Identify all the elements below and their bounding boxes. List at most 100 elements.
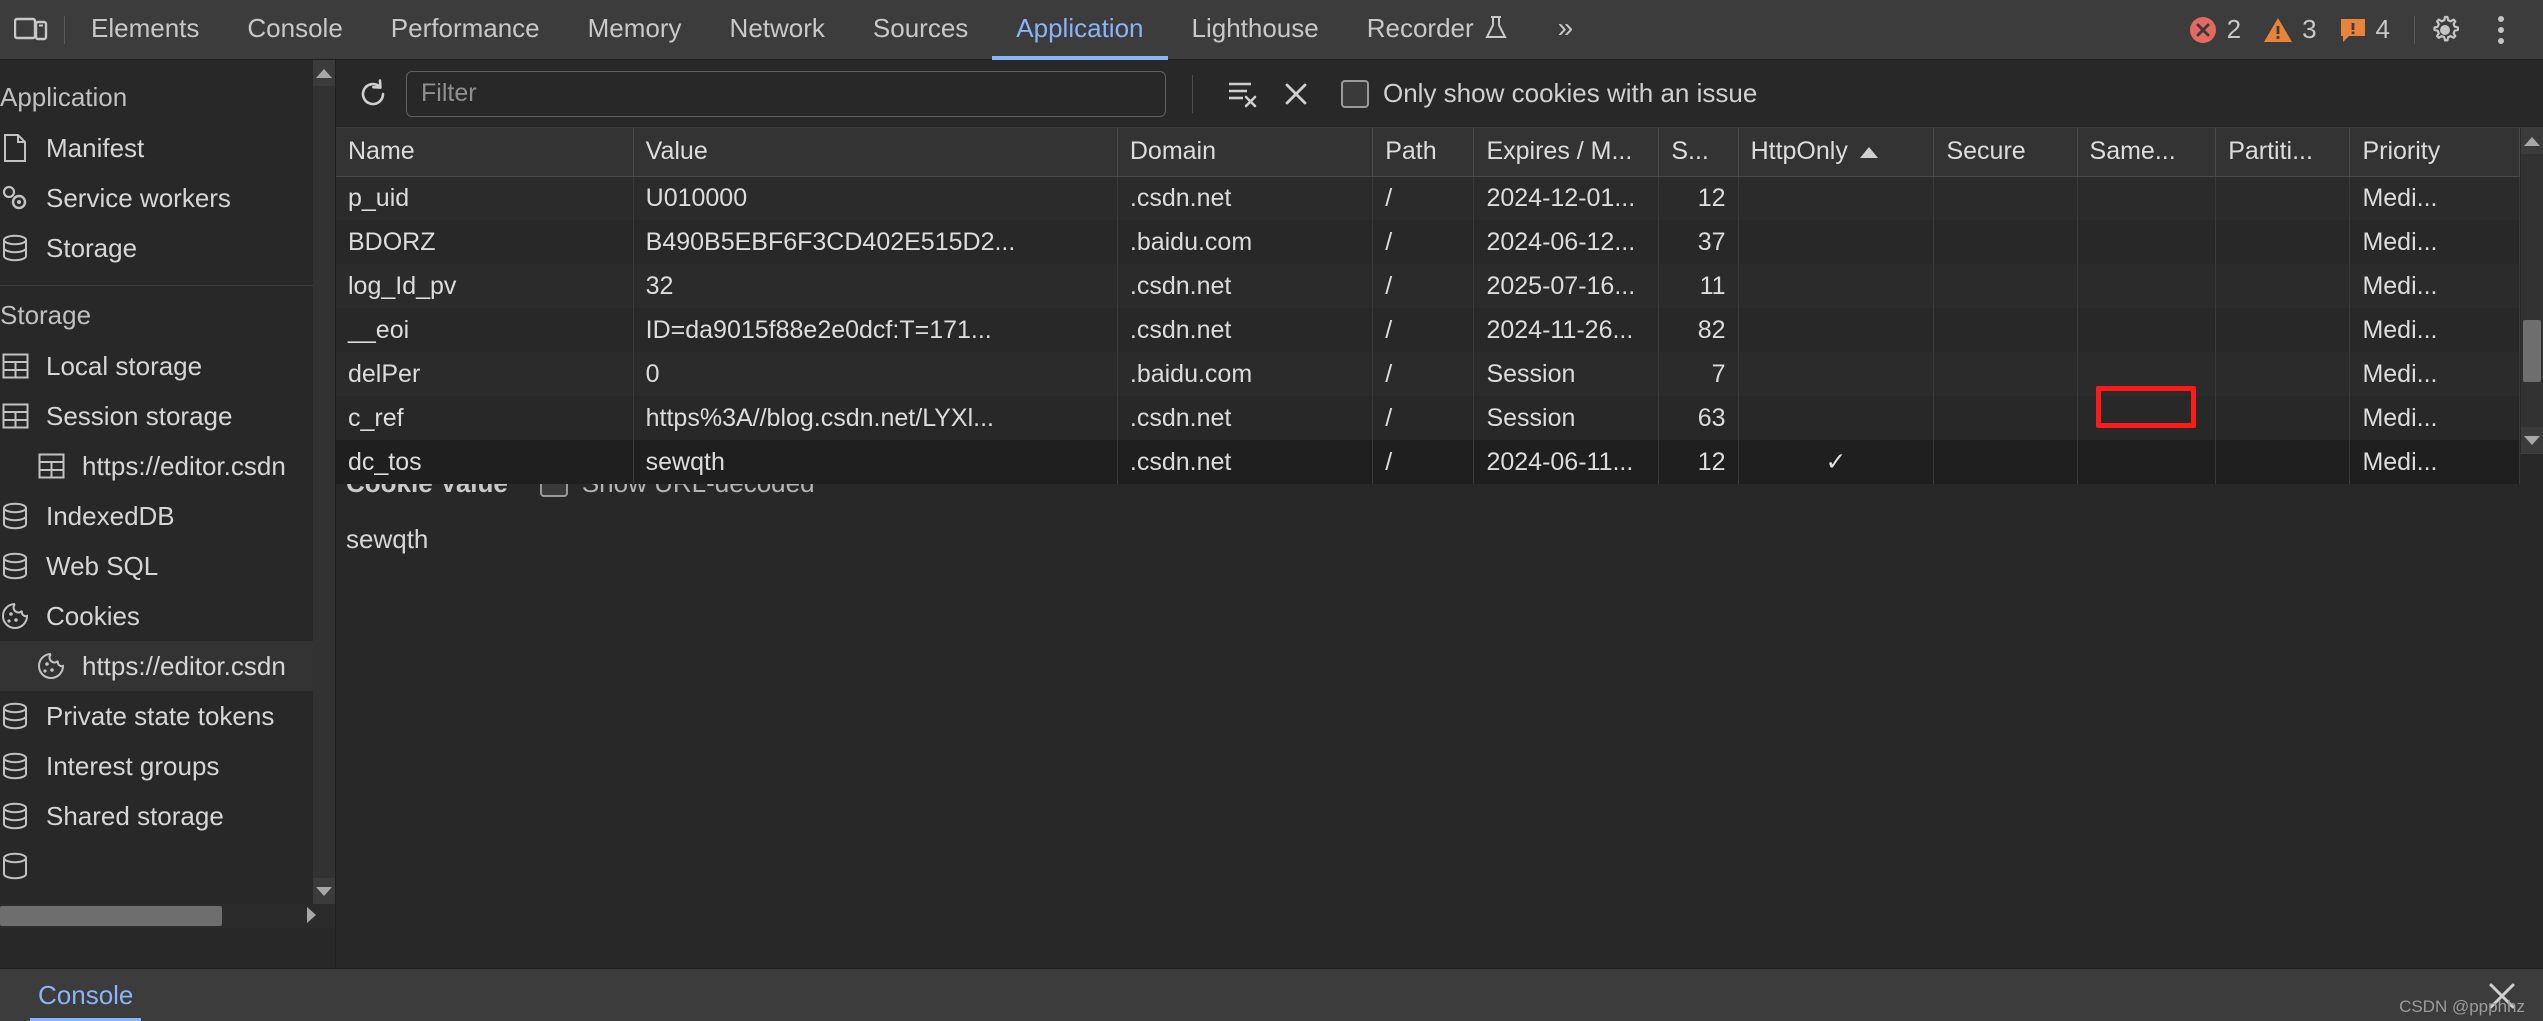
sidebar-scroll-down-button[interactable] <box>313 878 335 904</box>
column-header-httponly[interactable]: HttpOnly <box>1738 128 1935 177</box>
sidebar-hscroll-right-arrow-icon[interactable] <box>307 907 316 923</box>
document-icon <box>0 133 30 163</box>
cell-size: 37 <box>1658 220 1739 264</box>
tab-network[interactable]: Network <box>706 0 849 60</box>
only-show-issues-checkbox-row[interactable]: Only show cookies with an issue <box>1341 78 1757 109</box>
tabbar-right-controls: 2 3 4 <box>2188 0 2543 60</box>
sidebar-item-private-state-tokens[interactable]: Private state tokens <box>0 691 332 741</box>
tab-memory[interactable]: Memory <box>564 0 706 60</box>
sidebar-item-label: Interest groups <box>46 750 220 781</box>
grid-scroll-down-button[interactable] <box>2521 427 2543 453</box>
devtools-body: Application Manifest Service workers Sto… <box>0 60 2543 968</box>
sidebar-horizontal-scrollbar[interactable] <box>0 904 335 928</box>
cell-samesite <box>2077 220 2217 264</box>
clear-all-cookies-button[interactable] <box>1215 67 1269 121</box>
delete-cookie-button[interactable] <box>1269 67 1323 121</box>
tab-application[interactable]: Application <box>992 0 1168 60</box>
cell-value: ID=da9015f88e2e0dcf:T=171... <box>633 308 1118 352</box>
sidebar-item-interest-groups[interactable]: Interest groups <box>0 741 332 791</box>
column-header-value[interactable]: Value <box>633 128 1118 177</box>
cell-size: 12 <box>1658 440 1739 484</box>
column-header-domain[interactable]: Domain <box>1117 128 1374 177</box>
column-header-partitioned[interactable]: Partiti... <box>2215 128 2351 177</box>
cell-size: 82 <box>1658 308 1739 352</box>
grid-scroll-thumb[interactable] <box>2523 320 2541 382</box>
sidebar-hscroll-thumb[interactable] <box>0 906 222 926</box>
grid-scroll-up-button[interactable] <box>2521 128 2543 154</box>
more-tabs-button[interactable]: » <box>1532 0 1600 60</box>
sidebar-item-label: IndexedDB <box>46 500 175 531</box>
refresh-button[interactable] <box>346 67 400 121</box>
cell-domain: .csdn.net <box>1117 440 1374 484</box>
sidebar-item-service-workers[interactable]: Service workers <box>0 173 332 223</box>
cell-path: / <box>1372 220 1475 264</box>
table-row[interactable]: dc_tos sewqth .csdn.net / 2024-06-11... … <box>336 440 2520 484</box>
cookies-table-vertical-scrollbar[interactable] <box>2521 128 2543 453</box>
sidebar-item-shared-storage[interactable]: Shared storage <box>0 791 332 841</box>
cell-value: https%3A//blog.csdn.net/LYXl... <box>633 396 1118 440</box>
drawer-tab-console[interactable]: Console <box>30 969 142 1021</box>
table-row[interactable]: __eoi ID=da9015f88e2e0dcf:T=171... .csdn… <box>336 308 2520 352</box>
tab-sources[interactable]: Sources <box>849 0 992 60</box>
cell-partitioned <box>2215 176 2351 220</box>
column-header-secure[interactable]: Secure <box>1933 128 2078 177</box>
cell-samesite <box>2077 396 2217 440</box>
table-row[interactable]: p_uid U010000 .csdn.net / 2024-12-01... … <box>336 176 2520 220</box>
cell-domain: .csdn.net <box>1117 264 1374 308</box>
tab-console[interactable]: Console <box>223 0 366 60</box>
column-header-name[interactable]: Name <box>336 128 634 177</box>
sidebar-item-web-sql[interactable]: Web SQL <box>0 541 332 591</box>
cell-name: c_ref <box>336 396 634 440</box>
only-show-issues-checkbox[interactable] <box>1341 79 1369 108</box>
issues-count-group[interactable]: 4 <box>2339 14 2390 45</box>
cell-secure <box>1933 220 2078 264</box>
error-count-group[interactable]: 2 <box>2188 14 2241 45</box>
cell-value: 32 <box>633 264 1118 308</box>
sidebar-item-local-storage[interactable]: Local storage <box>0 341 332 391</box>
cell-secure <box>1933 176 2078 220</box>
sidebar-item-session-storage-origin[interactable]: https://editor.csdn <box>0 441 332 491</box>
sidebar-item-session-storage[interactable]: Session storage <box>0 391 332 441</box>
kebab-menu-icon <box>2498 15 2504 44</box>
column-header-expires[interactable]: Expires / M... <box>1473 128 1660 177</box>
more-options-button[interactable] <box>2473 2 2529 58</box>
device-toolbar-button[interactable] <box>0 0 62 60</box>
table-row[interactable]: BDORZ B490B5EBF6F3CD402E515D2... .baidu.… <box>336 220 2520 264</box>
table-row[interactable]: log_Id_pv 32 .csdn.net / 2025-07-16... 1… <box>336 264 2520 308</box>
sidebar-item-cookies[interactable]: Cookies <box>0 591 332 641</box>
tabbar-divider <box>64 15 65 44</box>
sidebar-vertical-scrollbar[interactable] <box>313 86 335 904</box>
tab-lighthouse[interactable]: Lighthouse <box>1168 0 1343 60</box>
sidebar-item-manifest[interactable]: Manifest <box>0 123 332 173</box>
sidebar-item-label: https://editor.csdn <box>82 650 286 681</box>
sidebar-item-cookies-origin[interactable]: https://editor.csdn <box>0 641 332 691</box>
tab-performance[interactable]: Performance <box>367 0 564 60</box>
table-row[interactable]: c_ref https%3A//blog.csdn.net/LYXl... .c… <box>336 396 2520 440</box>
cell-priority: Medi... <box>2349 220 2520 264</box>
sidebar-section-storage-title: Storage <box>0 300 92 330</box>
sidebar-scroll-up-button[interactable] <box>313 60 335 86</box>
tab-elements[interactable]: Elements <box>67 0 223 60</box>
column-header-samesite[interactable]: Same... <box>2077 128 2217 177</box>
tab-label: Elements <box>91 12 200 43</box>
database-icon <box>0 751 30 781</box>
sidebar-item-storage[interactable]: Storage <box>0 223 332 273</box>
cell-path: / <box>1372 176 1475 220</box>
column-header-priority[interactable]: Priority <box>2349 128 2520 177</box>
filter-input[interactable]: Filter <box>406 70 1166 117</box>
table-row[interactable]: delPer 0 .baidu.com / Session 7 Medi... <box>336 352 2520 396</box>
table-header-row: Name Value Domain Path Expires / M... S.… <box>336 128 2520 177</box>
column-header-size[interactable]: S... <box>1658 128 1739 177</box>
cell-priority: Medi... <box>2349 440 2520 484</box>
settings-button[interactable] <box>2417 2 2473 58</box>
tab-recorder[interactable]: Recorder <box>1343 0 1532 60</box>
cell-size: 12 <box>1658 176 1739 220</box>
sidebar-item-indexeddb[interactable]: IndexedDB <box>0 491 332 541</box>
cell-httponly: ✓ <box>1738 440 1935 484</box>
cell-samesite <box>2077 440 2217 484</box>
column-label: Expires / M... <box>1486 137 1633 166</box>
cell-partitioned <box>2215 352 2351 396</box>
sidebar-item-partial-next[interactable] <box>0 841 332 891</box>
column-header-path[interactable]: Path <box>1372 128 1475 177</box>
warning-count-group[interactable]: 3 <box>2263 14 2317 45</box>
